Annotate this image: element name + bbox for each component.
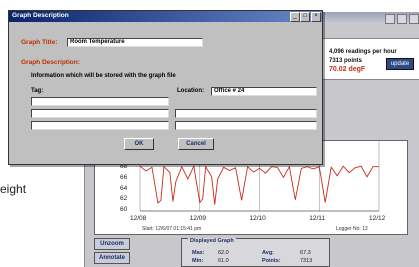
x-tick-label: 12/12 bbox=[369, 215, 386, 222]
close-icon[interactable]: × bbox=[311, 12, 321, 22]
x-tick-label: 12/10 bbox=[249, 215, 266, 222]
points-value: 7313 bbox=[300, 258, 313, 264]
max-value: 62.0 bbox=[218, 250, 229, 256]
y-tick-label: 62 bbox=[120, 195, 128, 203]
y-tick-label: 64 bbox=[120, 184, 128, 192]
tag-label: Tag: bbox=[31, 88, 44, 94]
avg-value: 67.3 bbox=[300, 250, 311, 256]
y-tick-label: 60 bbox=[120, 206, 128, 213]
min-label: Min: bbox=[192, 258, 204, 264]
unzoom-button[interactable]: Unzoom bbox=[94, 238, 130, 250]
dialog-title: Graph Description bbox=[12, 12, 69, 19]
location-field-3[interactable] bbox=[175, 121, 317, 130]
x-tick-label: 12/11 bbox=[309, 215, 326, 222]
graph-title-field[interactable]: Room Temperature bbox=[67, 38, 203, 47]
graph-description-dialog: Graph Description _ □ × Graph Title: Roo… bbox=[8, 10, 323, 165]
tag-field-2[interactable] bbox=[31, 109, 169, 118]
y-tick-label: 66 bbox=[120, 174, 128, 181]
background-text-fragment: eight bbox=[0, 182, 27, 196]
logger-number-label: Logger No: 13 bbox=[336, 226, 368, 232]
annotate-button[interactable]: Annotate bbox=[94, 252, 130, 264]
min-value: 61.0 bbox=[218, 258, 229, 264]
tag-field-1[interactable] bbox=[31, 97, 169, 106]
ok-button[interactable]: OK bbox=[124, 138, 154, 150]
start-time-label: Start: 12/6/07 01:15:41 pm bbox=[142, 226, 202, 232]
readings-text: 4,096 readings per hour bbox=[329, 49, 397, 55]
displayed-graph-stats: Displayed Graph Max: 62.0 Avg: 67.3 Min:… bbox=[181, 238, 330, 267]
location-field-2[interactable] bbox=[175, 109, 317, 118]
location-label: Location: bbox=[177, 88, 204, 94]
current-value: 70.02 degF bbox=[329, 66, 366, 73]
minimize-icon[interactable]: _ bbox=[290, 12, 300, 22]
location-field[interactable]: Office # 24 bbox=[211, 87, 317, 96]
minimize-icon[interactable] bbox=[385, 14, 395, 24]
tag-field-3[interactable] bbox=[31, 121, 169, 130]
graph-title-label: Graph Title: bbox=[21, 39, 58, 46]
graph-description-label: Graph Description: bbox=[21, 59, 80, 66]
maximize-icon[interactable]: □ bbox=[300, 12, 310, 22]
points-text: 7313 points bbox=[329, 58, 363, 64]
maximize-icon[interactable] bbox=[397, 14, 407, 24]
x-tick-label: 12/09 bbox=[189, 215, 207, 222]
cancel-button[interactable]: Cancel bbox=[178, 138, 214, 150]
avg-label: Avg: bbox=[262, 250, 275, 256]
dialog-titlebar: Graph Description _ □ × bbox=[9, 11, 322, 22]
x-tick-label: 12/08 bbox=[130, 215, 147, 222]
displayed-graph-title: Displayed Graph bbox=[188, 238, 236, 244]
update-button[interactable]: update bbox=[386, 58, 414, 70]
info-text: Information which will be stored with th… bbox=[31, 73, 176, 79]
points-label: Points: bbox=[262, 258, 281, 264]
close-icon[interactable] bbox=[409, 14, 419, 24]
max-label: Max: bbox=[192, 250, 205, 256]
